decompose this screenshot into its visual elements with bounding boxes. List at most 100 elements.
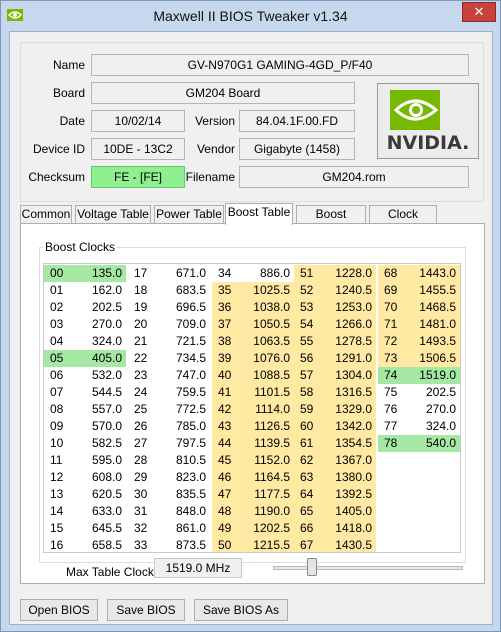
boost-state-clock[interactable]: 544.5 bbox=[78, 384, 126, 401]
boost-state-clock[interactable]: 202.5 bbox=[412, 384, 460, 401]
boost-state-clock[interactable]: 582.5 bbox=[78, 435, 126, 452]
boost-state-clock[interactable]: 162.0 bbox=[78, 282, 126, 299]
boost-state-clock[interactable]: 1088.5 bbox=[246, 367, 294, 384]
boost-state-clock[interactable]: 570.0 bbox=[78, 418, 126, 435]
boost-state-clock[interactable]: 324.0 bbox=[78, 333, 126, 350]
boost-state-clock[interactable]: 324.0 bbox=[412, 418, 460, 435]
boost-state-clock[interactable]: 1405.0 bbox=[328, 503, 376, 520]
boost-state-clock[interactable]: 1114.0 bbox=[246, 401, 294, 418]
tab-power-table[interactable]: Power Table bbox=[154, 205, 224, 224]
boost-state-clock[interactable]: 1418.0 bbox=[328, 520, 376, 537]
save-bios-button[interactable]: Save BIOS bbox=[107, 599, 185, 621]
device-id-field[interactable]: 10DE - 13C2 bbox=[91, 138, 185, 160]
boost-state-clock[interactable]: 620.5 bbox=[78, 486, 126, 503]
boost-state-clock[interactable]: 721.5 bbox=[162, 333, 210, 350]
boost-state-clock[interactable]: 540.0 bbox=[412, 435, 460, 452]
boost-state-clock[interactable]: 1468.5 bbox=[412, 299, 460, 316]
boost-state-clock[interactable]: 1266.0 bbox=[328, 316, 376, 333]
boost-state-clock[interactable]: 1493.5 bbox=[412, 333, 460, 350]
boost-state-clock[interactable]: 1228.0 bbox=[328, 265, 376, 282]
boost-state-clock[interactable]: 1278.5 bbox=[328, 333, 376, 350]
boost-state-clock[interactable]: 1164.5 bbox=[246, 469, 294, 486]
boost-state-clock[interactable]: 683.5 bbox=[162, 282, 210, 299]
boost-state-clock[interactable]: 1202.5 bbox=[246, 520, 294, 537]
filename-field[interactable]: GM204.rom bbox=[239, 166, 469, 188]
boost-state-clock[interactable]: 671.0 bbox=[162, 265, 210, 282]
boost-state-clock[interactable]: 861.0 bbox=[162, 520, 210, 537]
tab-common[interactable]: Common bbox=[20, 205, 72, 224]
boost-state-clock[interactable]: 1316.5 bbox=[328, 384, 376, 401]
boost-state-clock[interactable]: 848.0 bbox=[162, 503, 210, 520]
version-field[interactable]: 84.04.1F.00.FD bbox=[239, 110, 355, 132]
boost-state-clock[interactable]: 1063.5 bbox=[246, 333, 294, 350]
close-button[interactable]: ✕ bbox=[462, 2, 496, 22]
tab-voltage-table[interactable]: Voltage Table bbox=[75, 205, 151, 224]
boost-state-clock[interactable]: 1253.0 bbox=[328, 299, 376, 316]
boost-state-clock[interactable]: 1455.5 bbox=[412, 282, 460, 299]
boost-state-clock[interactable]: 772.5 bbox=[162, 401, 210, 418]
boost-state-clock[interactable]: 1177.5 bbox=[246, 486, 294, 503]
tab-boost-states[interactable]: Boost States bbox=[296, 205, 366, 238]
boost-state-clock[interactable]: 1342.0 bbox=[328, 418, 376, 435]
boost-state-clock[interactable]: 595.0 bbox=[78, 452, 126, 469]
max-table-clock-field[interactable]: 1519.0 MHz bbox=[154, 558, 242, 578]
boost-state-clock[interactable]: 1025.5 bbox=[246, 282, 294, 299]
tab-boost-table[interactable]: Boost Table bbox=[225, 203, 293, 225]
boost-state-clock[interactable]: 823.0 bbox=[162, 469, 210, 486]
open-bios-button[interactable]: Open BIOS bbox=[20, 599, 98, 621]
boost-state-clock[interactable]: 1215.5 bbox=[246, 537, 294, 552]
name-field[interactable]: GV-N970G1 GAMING-4GD_P/F40 bbox=[91, 54, 469, 76]
checksum-field[interactable]: FE - [FE] bbox=[91, 166, 185, 188]
boost-state-clock[interactable]: 658.5 bbox=[78, 537, 126, 552]
boost-state-clock[interactable]: 785.0 bbox=[162, 418, 210, 435]
boost-state-clock[interactable]: 1443.0 bbox=[412, 265, 460, 282]
boost-state-clock[interactable]: 532.0 bbox=[78, 367, 126, 384]
boost-state-clock[interactable]: 810.5 bbox=[162, 452, 210, 469]
boost-state-clock[interactable]: 886.0 bbox=[246, 265, 294, 282]
boost-state-clock[interactable]: 709.0 bbox=[162, 316, 210, 333]
boost-state-clock[interactable]: 1367.0 bbox=[328, 452, 376, 469]
boost-clocks-grid[interactable]: 00 135.0 01 162.0 02 202.5 03 270.0 04 324.0 05 405… bbox=[43, 263, 461, 553]
boost-state-clock[interactable]: 270.0 bbox=[78, 316, 126, 333]
boost-state-clock[interactable]: 873.5 bbox=[162, 537, 210, 552]
boost-state-clock[interactable]: 835.5 bbox=[162, 486, 210, 503]
boost-state-clock[interactable]: 1380.0 bbox=[328, 469, 376, 486]
boost-state-clock[interactable]: 1139.5 bbox=[246, 435, 294, 452]
boost-state-clock[interactable]: 1038.0 bbox=[246, 299, 294, 316]
vendor-field[interactable]: Gigabyte (1458) bbox=[239, 138, 355, 160]
boost-state-clock[interactable]: 1430.5 bbox=[328, 537, 376, 552]
boost-state-clock[interactable]: 202.5 bbox=[78, 299, 126, 316]
boost-state-clock[interactable]: 747.0 bbox=[162, 367, 210, 384]
boost-state-clock[interactable]: 608.0 bbox=[78, 469, 126, 486]
boost-state-clock[interactable]: 135.0 bbox=[78, 265, 126, 282]
boost-state-clock[interactable]: 1152.0 bbox=[246, 452, 294, 469]
boost-state-clock[interactable]: 1050.5 bbox=[246, 316, 294, 333]
boost-state-clock[interactable]: 1392.5 bbox=[328, 486, 376, 503]
boost-state-clock[interactable]: 1076.0 bbox=[246, 350, 294, 367]
max-clock-slider-track[interactable] bbox=[273, 566, 463, 570]
boost-state-clock[interactable]: 1240.5 bbox=[328, 282, 376, 299]
boost-state-clock[interactable]: 759.5 bbox=[162, 384, 210, 401]
save-bios-as-button[interactable]: Save BIOS As bbox=[194, 599, 288, 621]
boost-state-clock[interactable]: 270.0 bbox=[412, 401, 460, 418]
boost-state-clock[interactable]: 734.5 bbox=[162, 350, 210, 367]
board-field[interactable]: GM204 Board bbox=[91, 82, 355, 104]
boost-state-clock[interactable]: 557.0 bbox=[78, 401, 126, 418]
boost-state-clock[interactable]: 797.5 bbox=[162, 435, 210, 452]
boost-state-clock[interactable]: 1506.5 bbox=[412, 350, 460, 367]
boost-state-clock[interactable]: 1304.0 bbox=[328, 367, 376, 384]
boost-state-clock[interactable]: 1519.0 bbox=[412, 367, 460, 384]
date-field[interactable]: 10/02/14 bbox=[91, 110, 185, 132]
boost-state-clock[interactable]: 1329.0 bbox=[328, 401, 376, 418]
boost-state-clock[interactable]: 405.0 bbox=[78, 350, 126, 367]
tab-clock-states[interactable]: Clock States bbox=[369, 205, 437, 238]
boost-state-clock[interactable]: 1190.0 bbox=[246, 503, 294, 520]
boost-state-clock[interactable]: 1101.5 bbox=[246, 384, 294, 401]
boost-state-clock[interactable]: 696.5 bbox=[162, 299, 210, 316]
boost-state-clock[interactable]: 645.5 bbox=[78, 520, 126, 537]
boost-state-clock[interactable]: 633.0 bbox=[78, 503, 126, 520]
boost-state-clock[interactable]: 1291.0 bbox=[328, 350, 376, 367]
boost-state-clock[interactable]: 1354.5 bbox=[328, 435, 376, 452]
max-clock-slider-thumb[interactable] bbox=[307, 558, 318, 576]
boost-state-clock[interactable]: 1481.0 bbox=[412, 316, 460, 333]
